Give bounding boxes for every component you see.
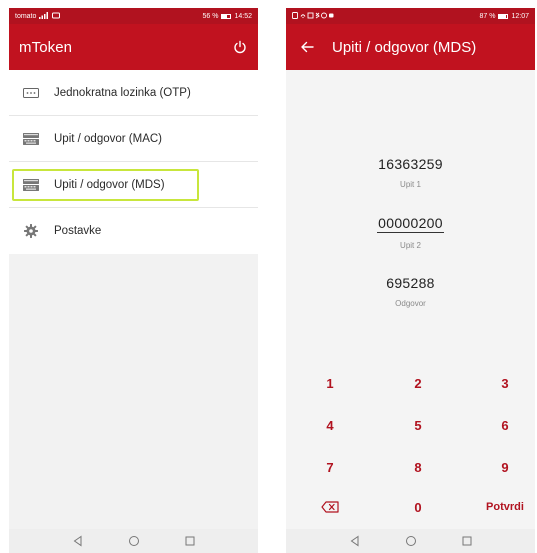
menu-item-settings[interactable]: Postavke — [9, 208, 258, 254]
battery-icon — [221, 13, 232, 19]
system-nav-bar — [9, 529, 258, 553]
key-9[interactable]: 9 — [475, 452, 535, 482]
power-button[interactable] — [230, 37, 250, 57]
square-recents-icon — [185, 536, 194, 546]
app-bar: mToken — [9, 24, 258, 70]
nav-back-button[interactable] — [71, 534, 85, 548]
field-odgovor: 695288 Odgovor — [286, 275, 535, 308]
password-dots-icon — [23, 86, 39, 100]
key-5[interactable]: 5 — [388, 410, 448, 440]
key-7[interactable]: 7 — [300, 452, 360, 482]
circle-home-icon — [405, 536, 416, 546]
nav-home-button[interactable] — [127, 534, 141, 548]
upit-1-value: 16363259 — [378, 156, 443, 172]
power-icon — [234, 40, 246, 54]
nav-recents-button[interactable] — [460, 534, 474, 548]
menu-item-otp[interactable]: Jednokratna lozinka (OTP) — [9, 70, 258, 116]
menu-item-mac[interactable]: Upit / odgovor (MAC) — [9, 116, 258, 162]
battery-percent: 87 % — [479, 12, 496, 20]
key-0[interactable]: 0 — [388, 492, 448, 522]
phone-screen-menu: tomato 56 % 14:52 mToken Jednokratna loz… — [9, 8, 258, 553]
system-nav-bar — [286, 529, 535, 553]
clock: 14:52 — [234, 12, 252, 20]
screen-title: Upiti / odgovor (MDS) — [332, 38, 477, 56]
upit-2-input[interactable]: 00000200 — [377, 215, 444, 233]
battery-level — [499, 14, 507, 18]
keyboard-icon — [23, 178, 39, 192]
gear-icon — [23, 224, 39, 238]
menu-list: Jednokratna lozinka (OTP) Upit / odgovor… — [9, 70, 258, 254]
upit-1-label: Upit 1 — [400, 180, 421, 189]
key-3[interactable]: 3 — [475, 368, 535, 398]
odgovor-label: Odgovor — [395, 299, 426, 308]
nav-recents-button[interactable] — [183, 534, 197, 548]
keyboard-icon — [23, 132, 39, 146]
confirm-button[interactable]: Potvrdi — [475, 492, 535, 522]
key-4[interactable]: 4 — [300, 410, 360, 440]
field-upit-1: 16363259 Upit 1 — [286, 156, 535, 189]
square-recents-icon — [462, 536, 471, 546]
back-button[interactable] — [296, 36, 318, 58]
triangle-back-icon — [73, 535, 81, 547]
key-1[interactable]: 1 — [300, 368, 360, 398]
nav-home-button[interactable] — [404, 534, 418, 548]
app-title: mToken — [19, 38, 73, 56]
battery-percent: 56 % — [202, 12, 219, 20]
status-bar: tomato 56 % 14:52 — [9, 8, 258, 24]
odgovor-value: 695288 — [386, 275, 435, 291]
backspace-button[interactable] — [300, 492, 360, 522]
field-upit-2: 00000200 Upit 2 — [286, 215, 535, 250]
key-6[interactable]: 6 — [475, 410, 535, 440]
notification-icon — [52, 12, 61, 21]
key-8[interactable]: 8 — [388, 452, 448, 482]
status-icons — [292, 11, 334, 21]
phone-screen-mds: 87 % 12:07 Upiti / odgovor (MDS) 1636325… — [286, 8, 535, 553]
circle-home-icon — [128, 536, 139, 546]
menu-item-mds[interactable]: Upiti / odgovor (MDS) — [9, 162, 258, 208]
signal-icon — [39, 11, 49, 21]
carrier-label: tomato — [15, 12, 37, 20]
battery-level — [222, 14, 227, 18]
arrow-left-icon — [301, 41, 314, 53]
backspace-icon — [321, 501, 339, 513]
menu-item-label: Upiti / odgovor (MDS) — [54, 178, 165, 191]
menu-item-label: Upit / odgovor (MAC) — [54, 132, 163, 145]
key-2[interactable]: 2 — [388, 368, 448, 398]
nav-back-button[interactable] — [348, 534, 362, 548]
triangle-back-icon — [350, 535, 358, 547]
menu-item-label: Postavke — [54, 225, 102, 237]
clock: 12:07 — [511, 12, 529, 20]
status-bar: 87 % 12:07 — [286, 8, 535, 24]
battery-icon — [498, 13, 509, 19]
menu-item-label: Jednokratna lozinka (OTP) — [54, 86, 191, 99]
upit-2-label: Upit 2 — [400, 241, 421, 250]
app-bar: Upiti / odgovor (MDS) — [286, 24, 535, 70]
